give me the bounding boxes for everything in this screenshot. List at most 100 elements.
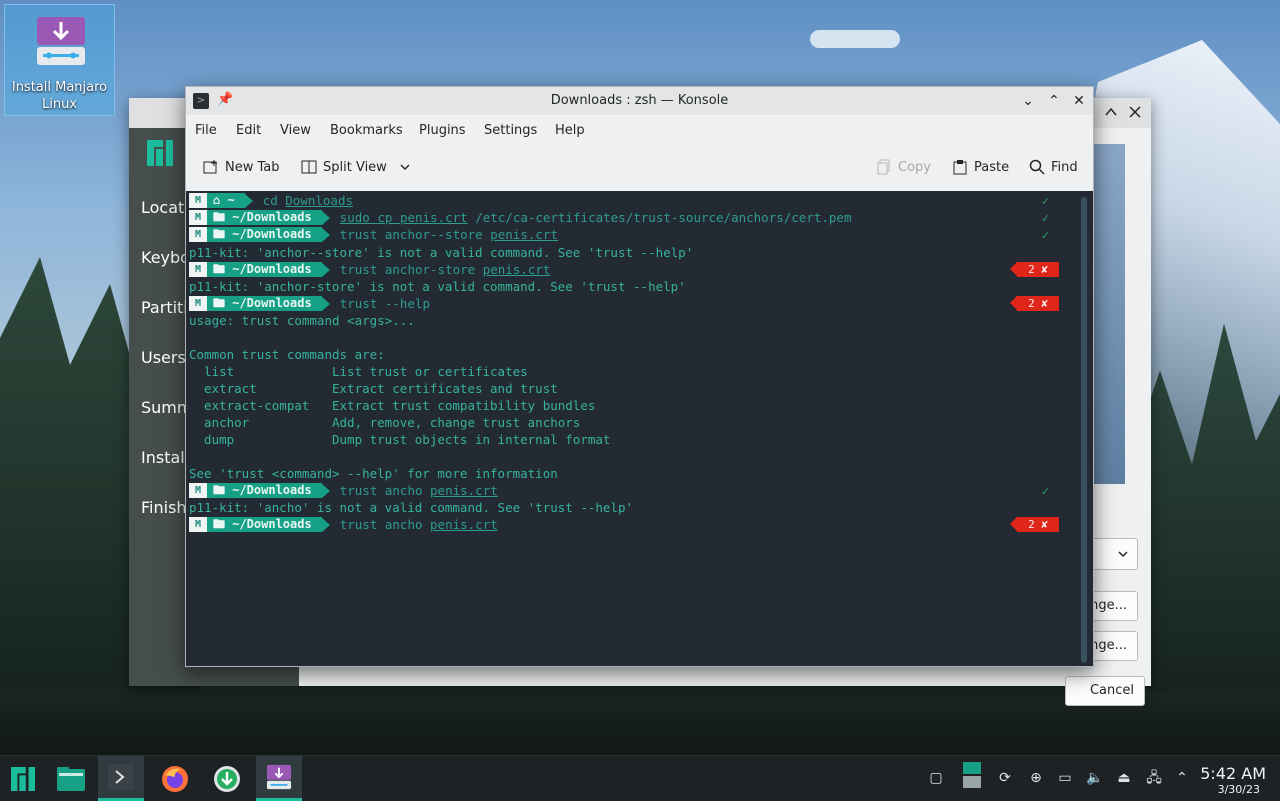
toolbar: New Tab Split View Copy Paste Find	[186, 145, 1093, 192]
taskbar: ▢ ⟳ ⊕ ▭ 🔈 ⏏ 🖧 ⌃ 5:42 AM 3/30/23	[0, 755, 1280, 801]
prompt-dir: ⌂ ~	[207, 193, 245, 208]
installer-step-finish: Finish	[141, 498, 187, 517]
new-tab-button[interactable]: New Tab	[203, 159, 280, 175]
installer-step-users: Users	[141, 348, 186, 367]
copy-button[interactable]: Copy	[876, 159, 931, 175]
install-manjaro-desktop-icon[interactable]: Install Manjaro Linux	[4, 4, 115, 116]
manjaro-prompt-icon: M	[189, 296, 207, 311]
application-launcher[interactable]	[0, 756, 46, 801]
paste-icon	[953, 160, 967, 175]
output-line: p11-kit: 'ancho' is not a valid command.…	[189, 500, 634, 515]
find-label: Find	[1051, 159, 1078, 175]
menu-file[interactable]: File	[195, 123, 217, 138]
menubar: File Edit View Bookmarks Plugins Setting…	[186, 115, 1093, 145]
status-ok-icon: ✓	[1041, 194, 1049, 208]
paste-button[interactable]: Paste	[952, 159, 1009, 175]
new-tab-icon	[203, 160, 217, 174]
prompt-dir: 🖿 ~/Downloads	[207, 227, 322, 242]
status-ok-icon: ✓	[1041, 228, 1049, 242]
cancel-button[interactable]: Cancel	[1065, 676, 1145, 706]
taskbar-firefox[interactable]	[152, 756, 198, 801]
prompt-line: M 🖿 ~/Downloads trust ancho penis.crt	[189, 483, 498, 498]
minimize-icon[interactable]: ⌄	[1019, 92, 1037, 110]
volume-icon[interactable]: 🔈	[1085, 769, 1105, 787]
menu-help[interactable]: Help	[555, 123, 585, 138]
window-title: Downloads : zsh — Konsole	[550, 93, 729, 108]
prompt-line: M ⌂ ~ cd Downloads	[189, 193, 353, 208]
output-line: Common trust commands are:	[189, 347, 385, 362]
terminal-area[interactable]: M ⌂ ~ cd Downloads ✓ M 🖿 ~/Downloads sud…	[186, 191, 1093, 666]
split-view-label: Split View	[323, 159, 387, 175]
terminal-scrollbar[interactable]	[1081, 197, 1087, 663]
konsole-titlebar[interactable]: > 📌 Downloads : zsh — Konsole ⌄ ⌃ ✕	[186, 87, 1093, 115]
output-line: p11-kit: 'anchor--store' is not a valid …	[189, 245, 694, 260]
copy-label: Copy	[898, 159, 931, 175]
prompt-dir: 🖿 ~/Downloads	[207, 483, 322, 498]
prompt-command: sudo cp penis.crt /etc/ca-certificates/t…	[339, 210, 852, 225]
close-icon[interactable]	[1127, 104, 1143, 120]
konsole-window[interactable]: > 📌 Downloads : zsh — Konsole ⌄ ⌃ ✕ File…	[185, 86, 1094, 667]
manjaro-logo-icon	[147, 140, 173, 166]
prompt-line: M 🖿 ~/Downloads sudo cp penis.crt /etc/c…	[189, 210, 851, 225]
chevron-down-icon	[1118, 551, 1128, 558]
desktop-icon-label: Install Manjaro Linux	[11, 80, 108, 112]
chevron-down-icon	[400, 164, 410, 170]
status-error-badge: 2 ✘	[1010, 262, 1059, 277]
menu-view[interactable]: View	[280, 123, 311, 138]
menu-bookmarks[interactable]: Bookmarks	[330, 123, 403, 138]
prompt-dir: 🖿 ~/Downloads	[207, 296, 322, 311]
manjaro-prompt-icon: M	[189, 193, 207, 208]
taskbar-file-manager[interactable]	[48, 756, 94, 801]
prompt-command: trust --help	[339, 296, 431, 311]
status-ok-icon: ✓	[1041, 484, 1049, 498]
output-line: p11-kit: 'anchor-store' is not a valid c…	[189, 279, 686, 294]
output-line: extract Extract certificates and trust	[189, 381, 558, 396]
menu-edit[interactable]: Edit	[236, 123, 261, 138]
maximize-icon[interactable]	[1103, 104, 1119, 120]
taskbar-konsole[interactable]	[98, 756, 144, 801]
installer-step-location: Locati	[141, 198, 189, 217]
prompt-dir: 🖿 ~/Downloads	[207, 262, 322, 277]
status-error-badge: 2 ✘	[1010, 296, 1059, 311]
taskbar-installer[interactable]	[256, 756, 302, 801]
chevron-up-icon[interactable]: ⌃	[1172, 769, 1192, 787]
paste-label: Paste	[974, 159, 1010, 175]
clock-date[interactable]: 3/30/23	[1218, 783, 1260, 796]
firefox-icon	[162, 765, 188, 792]
usb-device-icon[interactable]: ⏏	[1114, 769, 1134, 787]
menu-settings[interactable]: Settings	[484, 123, 537, 138]
split-view-button[interactable]: Split View	[301, 159, 411, 175]
find-button[interactable]: Find	[1029, 159, 1078, 175]
show-desktop-icon[interactable]: ▢	[926, 769, 946, 787]
split-view-icon	[301, 160, 317, 174]
clock-time[interactable]: 5:42 AM	[1200, 764, 1266, 783]
close-icon[interactable]: ✕	[1070, 92, 1088, 110]
kde-connect-icon[interactable]: ⟳	[995, 769, 1015, 787]
menu-plugins[interactable]: Plugins	[419, 123, 466, 138]
installer-download-icon	[266, 764, 292, 790]
download-icon	[214, 765, 240, 792]
prompt-command: trust anchor--store penis.crt	[339, 227, 558, 242]
manjaro-prompt-icon: M	[189, 210, 207, 225]
prompt-command: trust anchor-store penis.crt	[339, 262, 551, 277]
manjaro-prompt-icon: M	[189, 517, 207, 532]
manjaro-prompt-icon: M	[189, 483, 207, 498]
prompt-command-current[interactable]: trust ancho penis.crt	[340, 517, 498, 532]
manjaro-prompt-icon: M	[189, 227, 207, 242]
prompt-command: trust ancho penis.crt	[339, 483, 498, 498]
prompt-line: M 🖿 ~/Downloads trust anchor-store penis…	[189, 262, 550, 277]
update-icon[interactable]: ⊕	[1026, 769, 1046, 787]
taskbar-software-updater[interactable]	[204, 756, 250, 801]
status-ok-icon: ✓	[1041, 211, 1049, 225]
copy-icon	[877, 159, 890, 175]
installer-step-keyboard: Keybo	[141, 248, 190, 267]
prompt-command: cd Downloads	[262, 193, 353, 208]
output-line: dump Dump trust objects in internal form…	[189, 432, 611, 447]
tray-app-icon[interactable]	[962, 762, 982, 790]
folder-icon	[57, 766, 85, 791]
maximize-icon[interactable]: ⌃	[1045, 92, 1063, 110]
prompt-line: M 🖿 ~/Downloads trust anchor--store peni…	[189, 227, 558, 242]
terminal-tray-icon[interactable]: ▭	[1055, 769, 1075, 787]
network-icon[interactable]: 🖧	[1144, 769, 1164, 787]
prompt-line-current: M 🖿 ~/Downloads trust ancho penis.crt	[189, 517, 498, 532]
